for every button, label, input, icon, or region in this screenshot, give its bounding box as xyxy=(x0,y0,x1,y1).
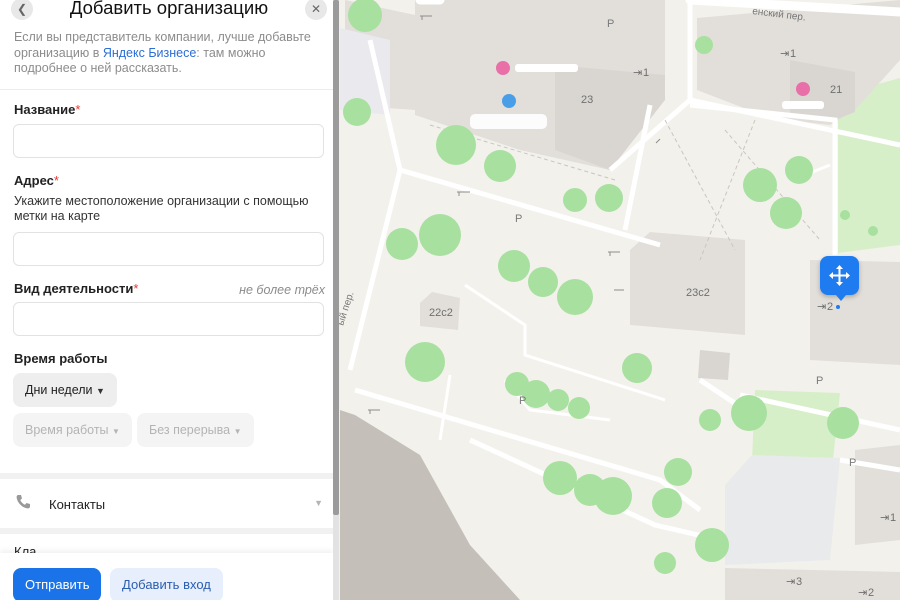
marker-pointer xyxy=(836,295,846,301)
add-entrance-button[interactable]: Добавить вход xyxy=(110,568,223,600)
building-number: 22с2 xyxy=(429,307,453,319)
hours-label: Время работы xyxy=(14,351,108,366)
svg-text:⇥: ⇥ xyxy=(817,301,826,313)
activity-input[interactable] xyxy=(13,302,324,336)
app-window: 23 21 22с2 23с2 енский пер. ый пер. ⇥ ⇥ … xyxy=(0,0,900,600)
yandex-business-link[interactable]: Яндекс Бизнесе xyxy=(103,46,196,60)
section-separator xyxy=(0,528,333,534)
phone-icon xyxy=(16,495,30,509)
days-of-week-dropdown[interactable]: Дни недели ▼ xyxy=(13,373,117,407)
intro-text: Если вы представитель компании, лучше до… xyxy=(14,30,314,77)
svg-text:⇥: ⇥ xyxy=(786,576,795,588)
entrance-number: 2 xyxy=(827,301,833,313)
panel-footer: Отправить Добавить вход xyxy=(0,553,333,600)
chevron-down-icon: ▼ xyxy=(112,427,120,436)
svg-text:⇥: ⇥ xyxy=(858,587,867,599)
svg-text:P: P xyxy=(515,213,522,225)
break-label: Без перерыва xyxy=(149,423,231,437)
address-input[interactable] xyxy=(13,232,324,266)
address-hint: Укажите местоположение организации с пом… xyxy=(14,194,309,223)
section-separator xyxy=(0,473,333,479)
name-label: Название* xyxy=(14,102,81,117)
yard-area xyxy=(725,455,840,565)
building-number: 21 xyxy=(830,84,842,96)
chevron-down-icon: ▼ xyxy=(96,386,105,396)
name-input[interactable] xyxy=(13,124,324,158)
entrance-number: 2 xyxy=(868,587,874,599)
submit-button[interactable]: Отправить xyxy=(13,568,102,600)
svg-text:P: P xyxy=(816,375,823,387)
break-dropdown[interactable]: Без перерыва ▼ xyxy=(137,413,254,447)
svg-text:P: P xyxy=(849,457,856,469)
entrance-number: 3 xyxy=(796,576,802,588)
svg-text:P: P xyxy=(607,18,614,30)
contacts-label: Контакты xyxy=(49,497,106,512)
building xyxy=(698,350,730,380)
move-icon xyxy=(829,265,850,286)
svg-text:P: P xyxy=(519,395,526,407)
entrance-number: 1 xyxy=(890,512,896,524)
chevron-down-icon: ▼ xyxy=(233,427,242,436)
activity-limit-note: не более трёх xyxy=(239,283,325,297)
building xyxy=(855,445,900,545)
building-number: 23с2 xyxy=(686,287,710,299)
close-icon: ✕ xyxy=(310,2,322,16)
scrollbar-thumb[interactable] xyxy=(333,0,339,515)
chevron-down-icon: ▼ xyxy=(314,498,323,508)
svg-text:⇥: ⇥ xyxy=(880,512,889,524)
building-number: 23 xyxy=(581,94,593,106)
entrance-number: 1 xyxy=(643,67,649,79)
contacts-section-toggle[interactable]: Контакты ▼ xyxy=(0,484,333,524)
panel-scrollbar[interactable] xyxy=(333,0,339,600)
work-time-dropdown[interactable]: Время работы ▼ xyxy=(13,413,132,447)
address-label: Адрес* xyxy=(14,173,59,188)
building xyxy=(630,232,745,335)
svg-text:⇥: ⇥ xyxy=(633,67,642,79)
activity-label: Вид деятельности* xyxy=(14,281,139,296)
add-organization-panel: ❮ Добавить организацию ✕ Если вы предста… xyxy=(0,0,338,600)
divider xyxy=(0,89,333,90)
svg-text:⇥: ⇥ xyxy=(780,48,789,60)
panel-header: ❮ Добавить организацию ✕ xyxy=(0,0,338,22)
move-marker-button[interactable] xyxy=(820,256,859,295)
days-of-week-label: Дни недели xyxy=(25,383,93,397)
entrance-number: 1 xyxy=(790,48,796,60)
work-time-label: Время работы xyxy=(25,423,109,437)
panel-title: Добавить организацию xyxy=(69,0,269,18)
